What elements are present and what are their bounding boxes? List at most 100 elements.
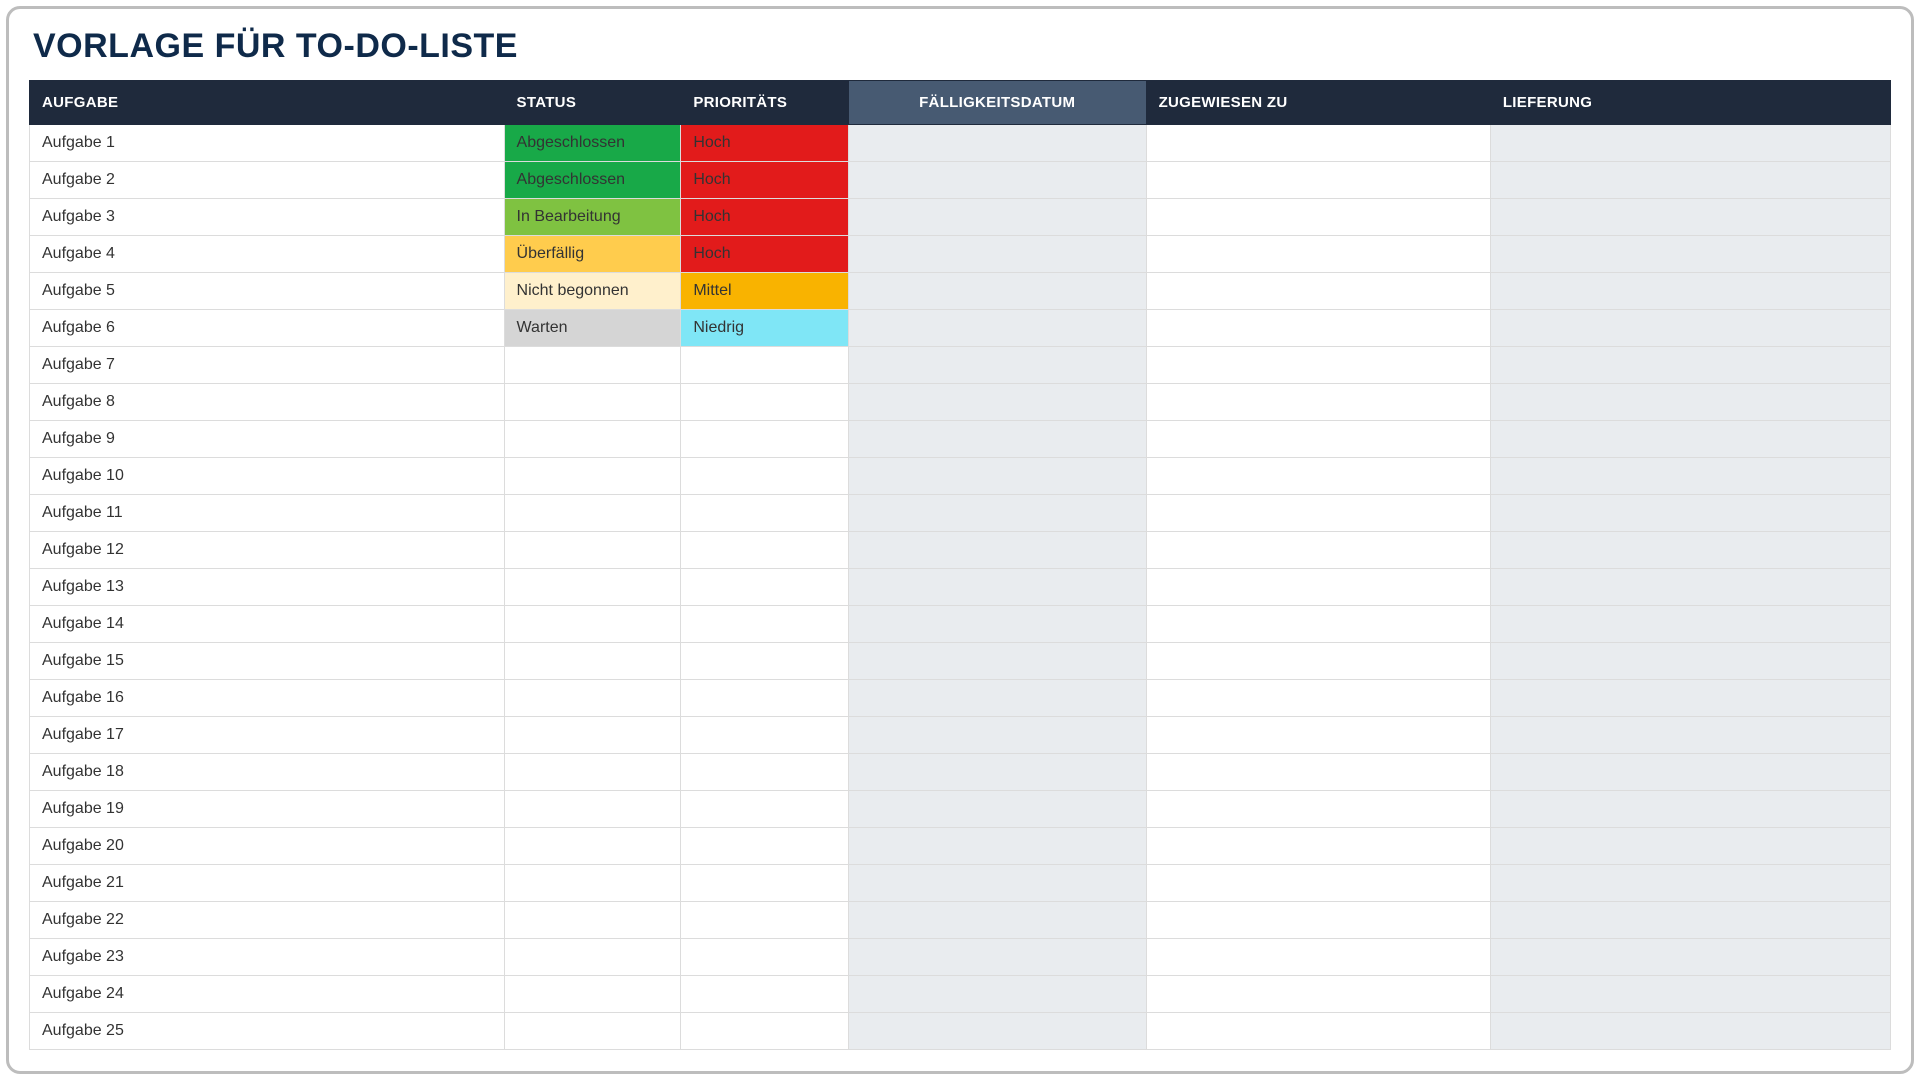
cell-status[interactable] [504, 643, 681, 680]
cell-zugewiesen[interactable] [1146, 458, 1490, 495]
cell-status[interactable]: Nicht begonnen [504, 273, 681, 310]
cell-faelligkeit[interactable] [848, 458, 1146, 495]
cell-aufgabe[interactable]: Aufgabe 17 [30, 717, 505, 754]
cell-lieferung[interactable] [1490, 495, 1890, 532]
cell-zugewiesen[interactable] [1146, 273, 1490, 310]
cell-status[interactable] [504, 717, 681, 754]
cell-faelligkeit[interactable] [848, 754, 1146, 791]
cell-zugewiesen[interactable] [1146, 495, 1490, 532]
cell-aufgabe[interactable]: Aufgabe 12 [30, 532, 505, 569]
cell-prioritaet[interactable]: Hoch [681, 199, 848, 236]
cell-aufgabe[interactable]: Aufgabe 21 [30, 865, 505, 902]
cell-zugewiesen[interactable] [1146, 791, 1490, 828]
cell-aufgabe[interactable]: Aufgabe 2 [30, 162, 505, 199]
cell-faelligkeit[interactable] [848, 384, 1146, 421]
cell-lieferung[interactable] [1490, 643, 1890, 680]
cell-lieferung[interactable] [1490, 1013, 1890, 1050]
cell-prioritaet[interactable] [681, 384, 848, 421]
cell-prioritaet[interactable] [681, 458, 848, 495]
cell-prioritaet[interactable] [681, 606, 848, 643]
cell-status[interactable] [504, 865, 681, 902]
cell-aufgabe[interactable]: Aufgabe 16 [30, 680, 505, 717]
cell-zugewiesen[interactable] [1146, 199, 1490, 236]
cell-lieferung[interactable] [1490, 865, 1890, 902]
cell-status[interactable]: Überfällig [504, 236, 681, 273]
cell-zugewiesen[interactable] [1146, 310, 1490, 347]
cell-prioritaet[interactable]: Hoch [681, 125, 848, 162]
cell-zugewiesen[interactable] [1146, 902, 1490, 939]
cell-zugewiesen[interactable] [1146, 754, 1490, 791]
cell-aufgabe[interactable]: Aufgabe 5 [30, 273, 505, 310]
cell-zugewiesen[interactable] [1146, 347, 1490, 384]
cell-prioritaet[interactable] [681, 865, 848, 902]
cell-prioritaet[interactable] [681, 791, 848, 828]
cell-lieferung[interactable] [1490, 532, 1890, 569]
cell-prioritaet[interactable]: Niedrig [681, 310, 848, 347]
cell-faelligkeit[interactable] [848, 828, 1146, 865]
cell-faelligkeit[interactable] [848, 902, 1146, 939]
cell-zugewiesen[interactable] [1146, 828, 1490, 865]
cell-status[interactable] [504, 384, 681, 421]
cell-faelligkeit[interactable] [848, 606, 1146, 643]
cell-aufgabe[interactable]: Aufgabe 13 [30, 569, 505, 606]
cell-faelligkeit[interactable] [848, 162, 1146, 199]
cell-prioritaet[interactable] [681, 643, 848, 680]
col-header-prio[interactable]: PRIORITÄTS [681, 81, 848, 125]
cell-faelligkeit[interactable] [848, 680, 1146, 717]
cell-zugewiesen[interactable] [1146, 643, 1490, 680]
cell-prioritaet[interactable]: Mittel [681, 273, 848, 310]
col-header-status[interactable]: STATUS [504, 81, 681, 125]
cell-prioritaet[interactable] [681, 717, 848, 754]
cell-lieferung[interactable] [1490, 236, 1890, 273]
cell-lieferung[interactable] [1490, 569, 1890, 606]
cell-zugewiesen[interactable] [1146, 532, 1490, 569]
cell-faelligkeit[interactable] [848, 273, 1146, 310]
cell-lieferung[interactable] [1490, 421, 1890, 458]
cell-prioritaet[interactable]: Hoch [681, 162, 848, 199]
cell-aufgabe[interactable]: Aufgabe 15 [30, 643, 505, 680]
cell-status[interactable] [504, 1013, 681, 1050]
cell-status[interactable] [504, 421, 681, 458]
col-header-faelligkeit[interactable]: FÄLLIGKEITSDATUM [848, 81, 1146, 125]
cell-zugewiesen[interactable] [1146, 569, 1490, 606]
cell-zugewiesen[interactable] [1146, 976, 1490, 1013]
cell-aufgabe[interactable]: Aufgabe 4 [30, 236, 505, 273]
cell-zugewiesen[interactable] [1146, 125, 1490, 162]
cell-zugewiesen[interactable] [1146, 939, 1490, 976]
cell-faelligkeit[interactable] [848, 1013, 1146, 1050]
cell-zugewiesen[interactable] [1146, 1013, 1490, 1050]
cell-status[interactable] [504, 532, 681, 569]
cell-status[interactable] [504, 495, 681, 532]
cell-lieferung[interactable] [1490, 347, 1890, 384]
cell-lieferung[interactable] [1490, 754, 1890, 791]
cell-lieferung[interactable] [1490, 902, 1890, 939]
cell-status[interactable]: Abgeschlossen [504, 162, 681, 199]
cell-faelligkeit[interactable] [848, 495, 1146, 532]
cell-aufgabe[interactable]: Aufgabe 7 [30, 347, 505, 384]
cell-status[interactable] [504, 828, 681, 865]
cell-status[interactable] [504, 754, 681, 791]
cell-lieferung[interactable] [1490, 273, 1890, 310]
cell-lieferung[interactable] [1490, 680, 1890, 717]
cell-aufgabe[interactable]: Aufgabe 19 [30, 791, 505, 828]
cell-aufgabe[interactable]: Aufgabe 9 [30, 421, 505, 458]
cell-faelligkeit[interactable] [848, 939, 1146, 976]
cell-zugewiesen[interactable] [1146, 236, 1490, 273]
col-header-zugewiesen[interactable]: ZUGEWIESEN ZU [1146, 81, 1490, 125]
cell-aufgabe[interactable]: Aufgabe 3 [30, 199, 505, 236]
cell-faelligkeit[interactable] [848, 532, 1146, 569]
cell-lieferung[interactable] [1490, 791, 1890, 828]
cell-status[interactable] [504, 347, 681, 384]
cell-faelligkeit[interactable] [848, 199, 1146, 236]
cell-lieferung[interactable] [1490, 606, 1890, 643]
cell-prioritaet[interactable] [681, 939, 848, 976]
cell-aufgabe[interactable]: Aufgabe 20 [30, 828, 505, 865]
col-header-aufgabe[interactable]: AUFGABE [30, 81, 505, 125]
cell-faelligkeit[interactable] [848, 865, 1146, 902]
cell-lieferung[interactable] [1490, 199, 1890, 236]
cell-aufgabe[interactable]: Aufgabe 23 [30, 939, 505, 976]
cell-aufgabe[interactable]: Aufgabe 6 [30, 310, 505, 347]
cell-lieferung[interactable] [1490, 125, 1890, 162]
cell-prioritaet[interactable] [681, 754, 848, 791]
cell-aufgabe[interactable]: Aufgabe 22 [30, 902, 505, 939]
